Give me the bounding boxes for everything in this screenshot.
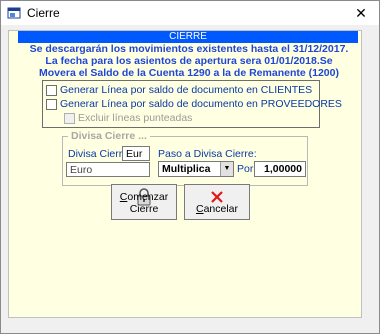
window-title: Cierre <box>27 6 60 20</box>
close-button[interactable]: ✕ <box>349 3 373 23</box>
checkbox-proveedores-box[interactable] <box>46 99 57 110</box>
operation-select[interactable]: Multiplica ▼ <box>158 161 234 177</box>
panel-header: CIERRE <box>18 31 358 43</box>
comenzar-cierre-label: Comenzar Cierre <box>112 191 176 215</box>
comenzar-label-rest: omenzar Cierre <box>127 191 169 215</box>
checkbox-excluir-box <box>64 113 75 124</box>
app-window-icon <box>7 7 21 19</box>
checkbox-excluir-label: Excluir líneas punteadas <box>78 112 193 124</box>
comenzar-cierre-button[interactable]: Comenzar Cierre <box>111 184 177 220</box>
checkbox-clientes-label: Generar Línea por saldo de documento en … <box>60 84 313 96</box>
paso-divisa-label: Paso a Divisa Cierre: <box>158 148 257 160</box>
divisa-cierre-label: Divisa Cierre <box>68 148 129 160</box>
checkbox-proveedores-label: Generar Línea por saldo de documento en … <box>60 98 342 110</box>
checkbox-clientes-box[interactable] <box>46 85 57 96</box>
cancelar-accel-key: C <box>195 203 204 215</box>
info-message: Se descargarán los movimientos existente… <box>29 43 349 79</box>
operation-value: Multiplica <box>162 163 211 175</box>
por-label: Por <box>237 163 254 175</box>
divisa-code-field[interactable]: Eur <box>122 146 150 161</box>
factor-field[interactable]: 1,00000 <box>254 161 306 177</box>
chevron-down-icon[interactable]: ▼ <box>220 162 233 176</box>
cancelar-label-rest: ancelar <box>203 203 239 215</box>
title-bar: Cierre ✕ <box>1 1 379 25</box>
divisa-name-field: Euro <box>66 162 150 177</box>
divisa-group-title: Divisa Cierre ... <box>68 130 150 142</box>
cancelar-label: Cancelar <box>185 203 249 215</box>
cancelar-button[interactable]: Cancelar <box>184 184 250 220</box>
